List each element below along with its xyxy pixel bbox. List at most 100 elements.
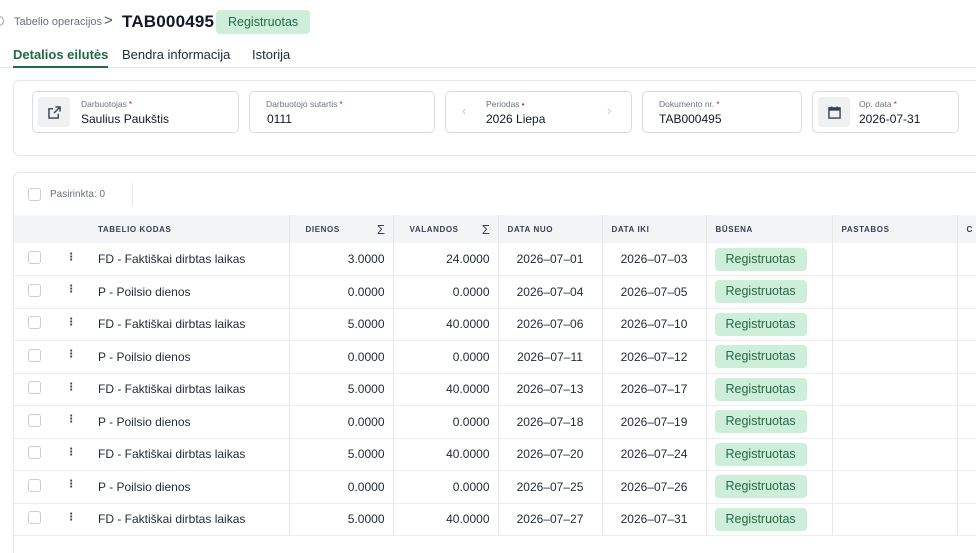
row-menu-cell: · · ·	[54, 243, 89, 276]
row-checkbox[interactable]	[28, 413, 41, 427]
table-row[interactable]: · · · FD - Faktiškai dirbtas laikas 5.0000 40…	[14, 503, 976, 536]
tab-detail-lines[interactable]: Detalios eilutės	[13, 47, 109, 68]
top-bar: Tabelio operacijos > TAB000495 Registruo…	[0, 0, 976, 44]
contract-field[interactable]: Darbuotojo sutartis * 0111	[249, 91, 435, 133]
breadcrumb-parent[interactable]: Tabelio operacijos	[14, 16, 102, 28]
status-badge: Registruotas	[714, 345, 807, 369]
cell-notes[interactable]	[832, 308, 958, 341]
period-value: 2026 Liepa	[486, 112, 546, 126]
op-date-value: 2026-07-31	[859, 112, 921, 126]
column-header-status[interactable]: BŪSENA	[706, 215, 833, 243]
cell-date-to: 2026–07–05	[602, 275, 707, 309]
kebab-menu-icon[interactable]: · · ·	[69, 507, 75, 526]
period-field[interactable]: ‹ Periodas • 2026 Liepa ›	[445, 91, 632, 133]
cell-notes[interactable]	[832, 340, 958, 374]
cell-hours: 0.0000	[393, 275, 499, 309]
kebab-menu-icon[interactable]: · · ·	[69, 344, 75, 363]
row-checkbox-cell	[14, 275, 54, 309]
column-header-date-from[interactable]: DATA NUO	[498, 215, 603, 243]
column-header-hours[interactable]: VALANDOS Σ	[393, 215, 499, 243]
sum-icon[interactable]: Σ	[377, 222, 386, 237]
cell-notes[interactable]	[832, 503, 958, 536]
row-menu-cell: · · ·	[54, 308, 89, 341]
cell-date-from: 2026–07–18	[498, 405, 603, 439]
row-checkbox-cell	[14, 503, 54, 536]
column-header-notes[interactable]: PASTABOS	[832, 215, 958, 243]
table-row[interactable]: · · · P - Poilsio dienos 0.0000 0.0000 2026–07…	[14, 340, 976, 374]
row-menu-cell: · · ·	[54, 405, 89, 439]
period-next-icon[interactable]: ›	[607, 103, 611, 118]
table-row[interactable]: · · · FD - Faktiškai dirbtas laikas 5.0000 40…	[14, 373, 976, 406]
kebab-menu-icon[interactable]: · · ·	[69, 279, 75, 298]
op-date-label: Op. data *	[859, 99, 897, 109]
selection-bar: Pasirinkta: 0	[14, 173, 976, 215]
cell-status: Registruotas	[706, 308, 833, 341]
row-checkbox[interactable]	[28, 348, 41, 362]
table-row[interactable]: · · · FD - Faktiškai dirbtas laikas 3.0000 24…	[14, 243, 976, 276]
cell-extra	[957, 503, 976, 536]
row-checkbox[interactable]	[28, 316, 41, 330]
chevron-right-icon: >	[104, 12, 113, 29]
row-menu-cell: · · ·	[54, 503, 89, 536]
table-row[interactable]: · · · P - Poilsio dienos 0.0000 0.0000 2026–07…	[14, 470, 976, 504]
header-form: Darbuotojas * Saulius Paukštis Darbuotojo…	[13, 80, 976, 156]
cell-notes[interactable]	[832, 438, 958, 471]
cell-date-to: 2026–07–03	[602, 243, 707, 276]
cell-extra	[957, 470, 976, 504]
document-number-field[interactable]: Dokumento nr. * TAB000495	[642, 91, 802, 133]
row-checkbox-cell	[14, 373, 54, 406]
row-checkbox[interactable]	[28, 511, 41, 525]
column-header-code[interactable]: TABELIO KODAS	[89, 215, 290, 243]
tab-general-info[interactable]: Bendra informacija	[122, 47, 230, 68]
lines-panel: Pasirinkta: 0 TABELIO KODAS DIENOS Σ VALA…	[13, 172, 976, 553]
column-header-extra[interactable]: C	[957, 215, 976, 243]
sum-icon[interactable]: Σ	[482, 222, 491, 237]
column-header-days[interactable]: DIENOS Σ	[289, 215, 394, 243]
select-all-checkbox[interactable]	[28, 188, 41, 201]
column-header-date-to[interactable]: DATA IKI	[602, 215, 707, 243]
external-link-icon[interactable]	[38, 97, 70, 127]
cell-days: 5.0000	[289, 308, 394, 341]
employee-field[interactable]: Darbuotojas * Saulius Paukštis	[32, 91, 239, 133]
cell-status: Registruotas	[706, 503, 833, 536]
cell-status: Registruotas	[706, 373, 833, 406]
row-menu-cell: · · ·	[54, 275, 89, 309]
cell-notes[interactable]	[832, 405, 958, 439]
header-menu-col	[54, 215, 89, 243]
period-prev-icon[interactable]: ‹	[462, 103, 466, 118]
row-menu-cell: · · ·	[54, 470, 89, 504]
cell-code: P - Poilsio dienos	[89, 340, 290, 374]
cell-notes[interactable]	[832, 470, 958, 504]
kebab-menu-icon[interactable]: · · ·	[69, 247, 75, 266]
row-checkbox[interactable]	[28, 446, 41, 460]
kebab-menu-icon[interactable]: · · ·	[69, 377, 75, 396]
cell-notes[interactable]	[832, 275, 958, 309]
row-checkbox[interactable]	[28, 283, 41, 297]
cell-code: FD - Faktiškai dirbtas laikas	[89, 438, 290, 471]
cell-date-from: 2026–07–04	[498, 275, 603, 309]
row-menu-cell: · · ·	[54, 340, 89, 374]
tab-history[interactable]: Istorija	[252, 47, 290, 68]
cell-date-to: 2026–07–31	[602, 503, 707, 536]
kebab-menu-icon[interactable]: · · ·	[69, 312, 75, 331]
cell-code: FD - Faktiškai dirbtas laikas	[89, 243, 290, 276]
cell-notes[interactable]	[832, 243, 958, 276]
row-checkbox[interactable]	[28, 478, 41, 492]
cell-date-to: 2026–07–19	[602, 405, 707, 439]
table-row[interactable]: · · · P - Poilsio dienos 0.0000 0.0000 2026–07…	[14, 405, 976, 439]
table-row[interactable]: · · · FD - Faktiškai dirbtas laikas 5.0000 40…	[14, 438, 976, 471]
row-checkbox[interactable]	[28, 251, 41, 264]
op-date-field[interactable]: Op. data * 2026-07-31	[812, 91, 959, 133]
row-checkbox[interactable]	[28, 381, 41, 395]
table-row[interactable]: · · · FD - Faktiškai dirbtas laikas 5.0000 40…	[14, 308, 976, 341]
cell-extra	[957, 340, 976, 374]
table-row[interactable]: · · · P - Poilsio dienos 0.0000 0.0000 2026–07…	[14, 275, 976, 309]
kebab-menu-icon[interactable]: · · ·	[69, 442, 75, 461]
cell-days: 3.0000	[289, 243, 394, 276]
cell-notes[interactable]	[832, 373, 958, 406]
cell-code: P - Poilsio dienos	[89, 470, 290, 504]
calendar-icon[interactable]	[818, 97, 850, 127]
back-icon[interactable]	[0, 16, 4, 26]
kebab-menu-icon[interactable]: · · ·	[69, 474, 75, 493]
kebab-menu-icon[interactable]: · · ·	[69, 409, 75, 428]
